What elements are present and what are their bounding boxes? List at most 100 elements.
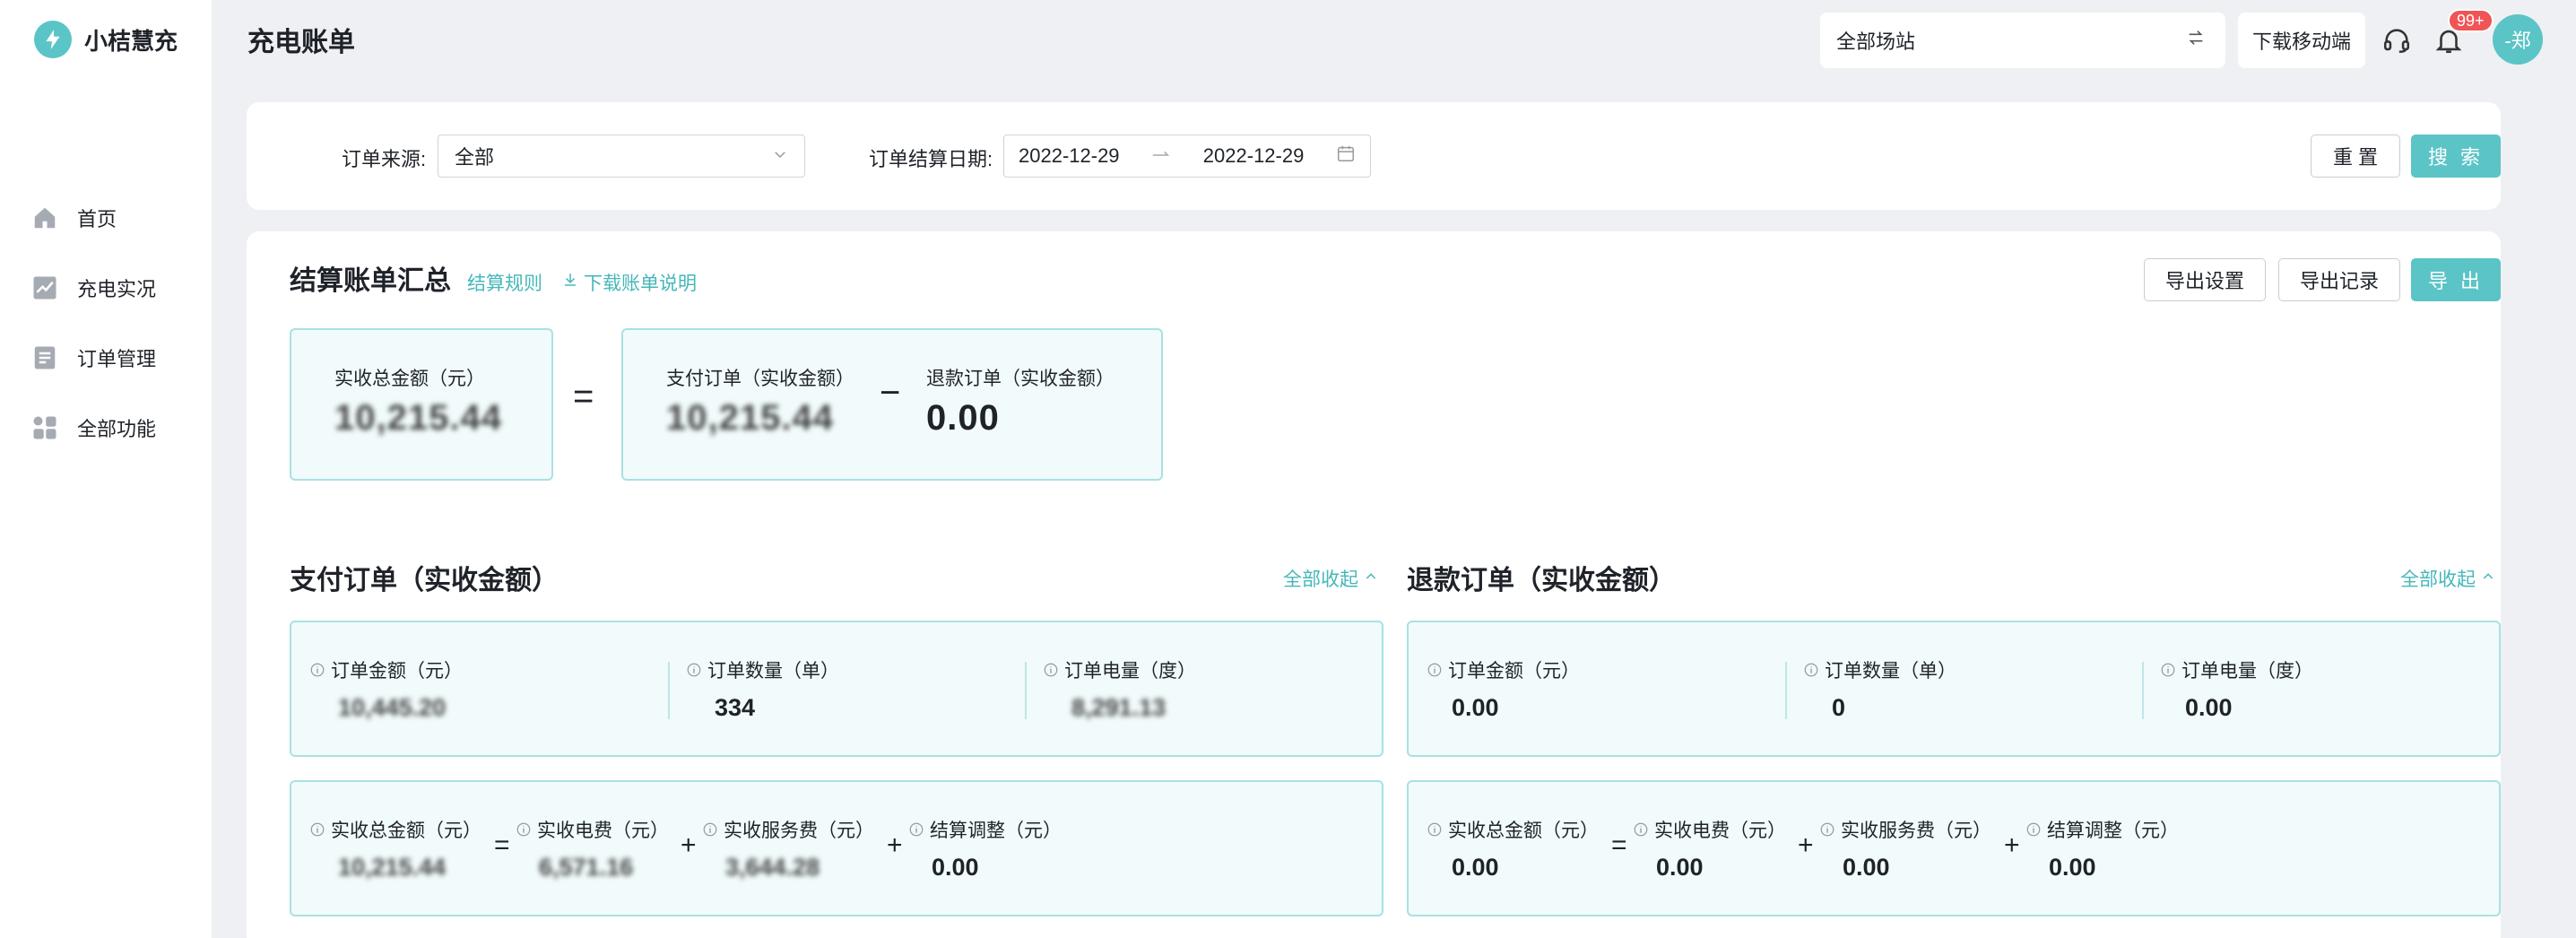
info-icon[interactable]: [1427, 662, 1443, 678]
export-settings-button[interactable]: 导出设置: [2144, 258, 2266, 301]
sidebar-item-label: 订单管理: [77, 348, 157, 370]
label-text: 订单金额（元）: [1448, 661, 1580, 682]
sidebar-item-charging-live[interactable]: 充电实况: [0, 253, 212, 323]
divider: [1025, 662, 1027, 719]
refund-adjust-value: 0.00: [2049, 854, 2096, 881]
headset-icon[interactable]: [2378, 22, 2416, 59]
refund-adjust-label: 结算调整（元）: [2025, 816, 2179, 843]
divider: [1785, 662, 1787, 719]
label-text: 订单金额（元）: [331, 661, 463, 682]
pay-order-amount-label: 订单金额（元）: [309, 656, 463, 683]
refund-order-power-value: 0.00: [2185, 694, 2233, 721]
date-range-picker[interactable]: 2022-12-29 2022-12-29: [1003, 135, 1371, 178]
summary-pay-value: 10,215.44: [666, 398, 834, 438]
info-icon[interactable]: [1633, 821, 1649, 838]
info-icon[interactable]: [516, 821, 532, 838]
source-select[interactable]: 全部: [438, 135, 805, 178]
pay-total-label: 实收总金额（元）: [309, 816, 481, 843]
info-icon[interactable]: [1043, 662, 1059, 678]
brand[interactable]: 小桔慧充: [34, 18, 178, 61]
home-icon: [30, 204, 59, 232]
pay-order-power-label: 订单电量（度）: [1043, 656, 1196, 683]
info-icon[interactable]: [1427, 821, 1443, 838]
plus-sign: +: [1798, 830, 1814, 860]
divider: [668, 662, 670, 719]
info-icon[interactable]: [702, 821, 718, 838]
pay-elec-label: 实收电费（元）: [516, 816, 669, 843]
export-records-button[interactable]: 导出记录: [2278, 258, 2400, 301]
label-text: 订单数量（单）: [707, 661, 839, 682]
plus-sign: +: [2004, 830, 2020, 860]
pay-order-amount-value: 10,445.20: [338, 694, 447, 721]
export-button[interactable]: 导 出: [2411, 258, 2501, 301]
site-select-value: 全部场站: [1836, 30, 1916, 53]
date-end[interactable]: 2022-12-29: [1203, 144, 1305, 168]
pay-order-count-label: 订单数量（单）: [686, 656, 839, 683]
notification-badge: 99+: [2448, 9, 2494, 32]
plus-sign: +: [681, 830, 697, 860]
info-icon[interactable]: [309, 662, 325, 678]
settlement-rule-link[interactable]: 结算规则: [467, 269, 542, 296]
info-icon[interactable]: [2025, 821, 2042, 838]
filter-card: 订单来源: 全部 订单结算日期: 2022-12-29 2022-12-29 重…: [247, 102, 2501, 210]
summary-total-value: 10,215.44: [334, 398, 502, 438]
chevron-up-icon: [1364, 568, 1378, 589]
sidebar-item-all-functions[interactable]: 全部功能: [0, 393, 212, 463]
refund-collapse-label: 全部收起: [2400, 569, 2476, 590]
calendar-icon: [1336, 143, 1356, 169]
info-icon[interactable]: [309, 821, 325, 838]
site-select[interactable]: 全部场站: [1820, 13, 2225, 68]
search-button[interactable]: 搜 索: [2411, 135, 2501, 178]
minus-sign: −: [880, 373, 901, 413]
refund-order-stats-box: 订单金额（元） 0.00 订单数量（单） 0 订单电量（度） 0.00: [1407, 621, 2501, 757]
refund-received-stats-box: 实收总金额（元） 0.00 = 实收电费（元） 0.00 + 实收服务费（元） …: [1407, 780, 2501, 916]
label-text: 结算调整（元）: [2047, 821, 2179, 841]
label-text: 实收电费（元）: [1654, 821, 1786, 841]
label-text: 结算调整（元）: [930, 821, 1062, 841]
pay-collapse-all[interactable]: 全部收起: [1283, 565, 1378, 592]
pay-service-value: 3,644.28: [725, 854, 820, 881]
sidebar-item-home[interactable]: 首页: [0, 183, 212, 253]
pay-order-stats-box: 订单金额（元） 10,445.20 订单数量（单） 334 订单电量（度） 8,…: [290, 621, 1383, 757]
info-icon[interactable]: [2160, 662, 2176, 678]
source-label: 订单来源:: [342, 148, 427, 170]
summary-title: 结算账单汇总: [290, 266, 451, 296]
download-bill-note-label: 下载账单说明: [584, 274, 697, 294]
pay-elec-value: 6,571.16: [539, 854, 634, 881]
label-text: 实收总金额（元）: [1448, 821, 1599, 841]
info-icon[interactable]: [908, 821, 924, 838]
refund-elec-value: 0.00: [1656, 854, 1704, 881]
pay-adjust-value: 0.00: [932, 854, 979, 881]
source-select-value: 全部: [455, 146, 495, 169]
refund-section-title: 退款订单（实收金额）: [1407, 566, 1676, 595]
divider: [2142, 662, 2144, 719]
avatar[interactable]: -郑: [2493, 14, 2543, 65]
download-icon: [562, 272, 578, 293]
info-icon[interactable]: [1803, 662, 1819, 678]
summary-refund-value: 0.00: [926, 398, 1000, 438]
date-start[interactable]: 2022-12-29: [1019, 144, 1120, 168]
plus-sign: +: [887, 830, 903, 860]
main-card: 结算账单汇总 结算规则 下载账单说明 导出设置 导出记录 导 出 实收总金额（元…: [247, 231, 2501, 938]
pay-section-title: 支付订单（实收金额）: [290, 566, 559, 595]
download-bill-note-link[interactable]: 下载账单说明: [562, 269, 697, 296]
sidebar-item-label: 全部功能: [77, 418, 157, 440]
brand-name: 小桔慧充: [84, 27, 178, 55]
sidebar-item-label: 充电实况: [77, 278, 157, 300]
date-label: 订单结算日期:: [869, 148, 993, 170]
sidebar-item-orders[interactable]: 订单管理: [0, 323, 212, 393]
info-icon[interactable]: [686, 662, 702, 678]
label-text: 订单电量（度）: [1064, 661, 1196, 682]
refund-collapse-all[interactable]: 全部收起: [2400, 565, 2495, 592]
document-icon: [30, 343, 59, 372]
pay-collapse-label: 全部收起: [1283, 569, 1358, 590]
header: 充电账单 全部场站 下载移动端 99+ -郑: [212, 0, 2576, 83]
pay-total-value: 10,215.44: [338, 854, 447, 881]
reset-button[interactable]: 重 置: [2311, 135, 2400, 178]
info-icon[interactable]: [1819, 821, 1835, 838]
pay-order-power-value: 8,291.13: [1071, 694, 1167, 721]
sidebar-nav: 首页 充电实况 订单管理 全部功能: [0, 183, 212, 463]
refund-order-amount-label: 订单金额（元）: [1427, 656, 1580, 683]
pay-order-count-value: 334: [715, 694, 756, 721]
download-mobile-button[interactable]: 下载移动端: [2238, 13, 2365, 68]
